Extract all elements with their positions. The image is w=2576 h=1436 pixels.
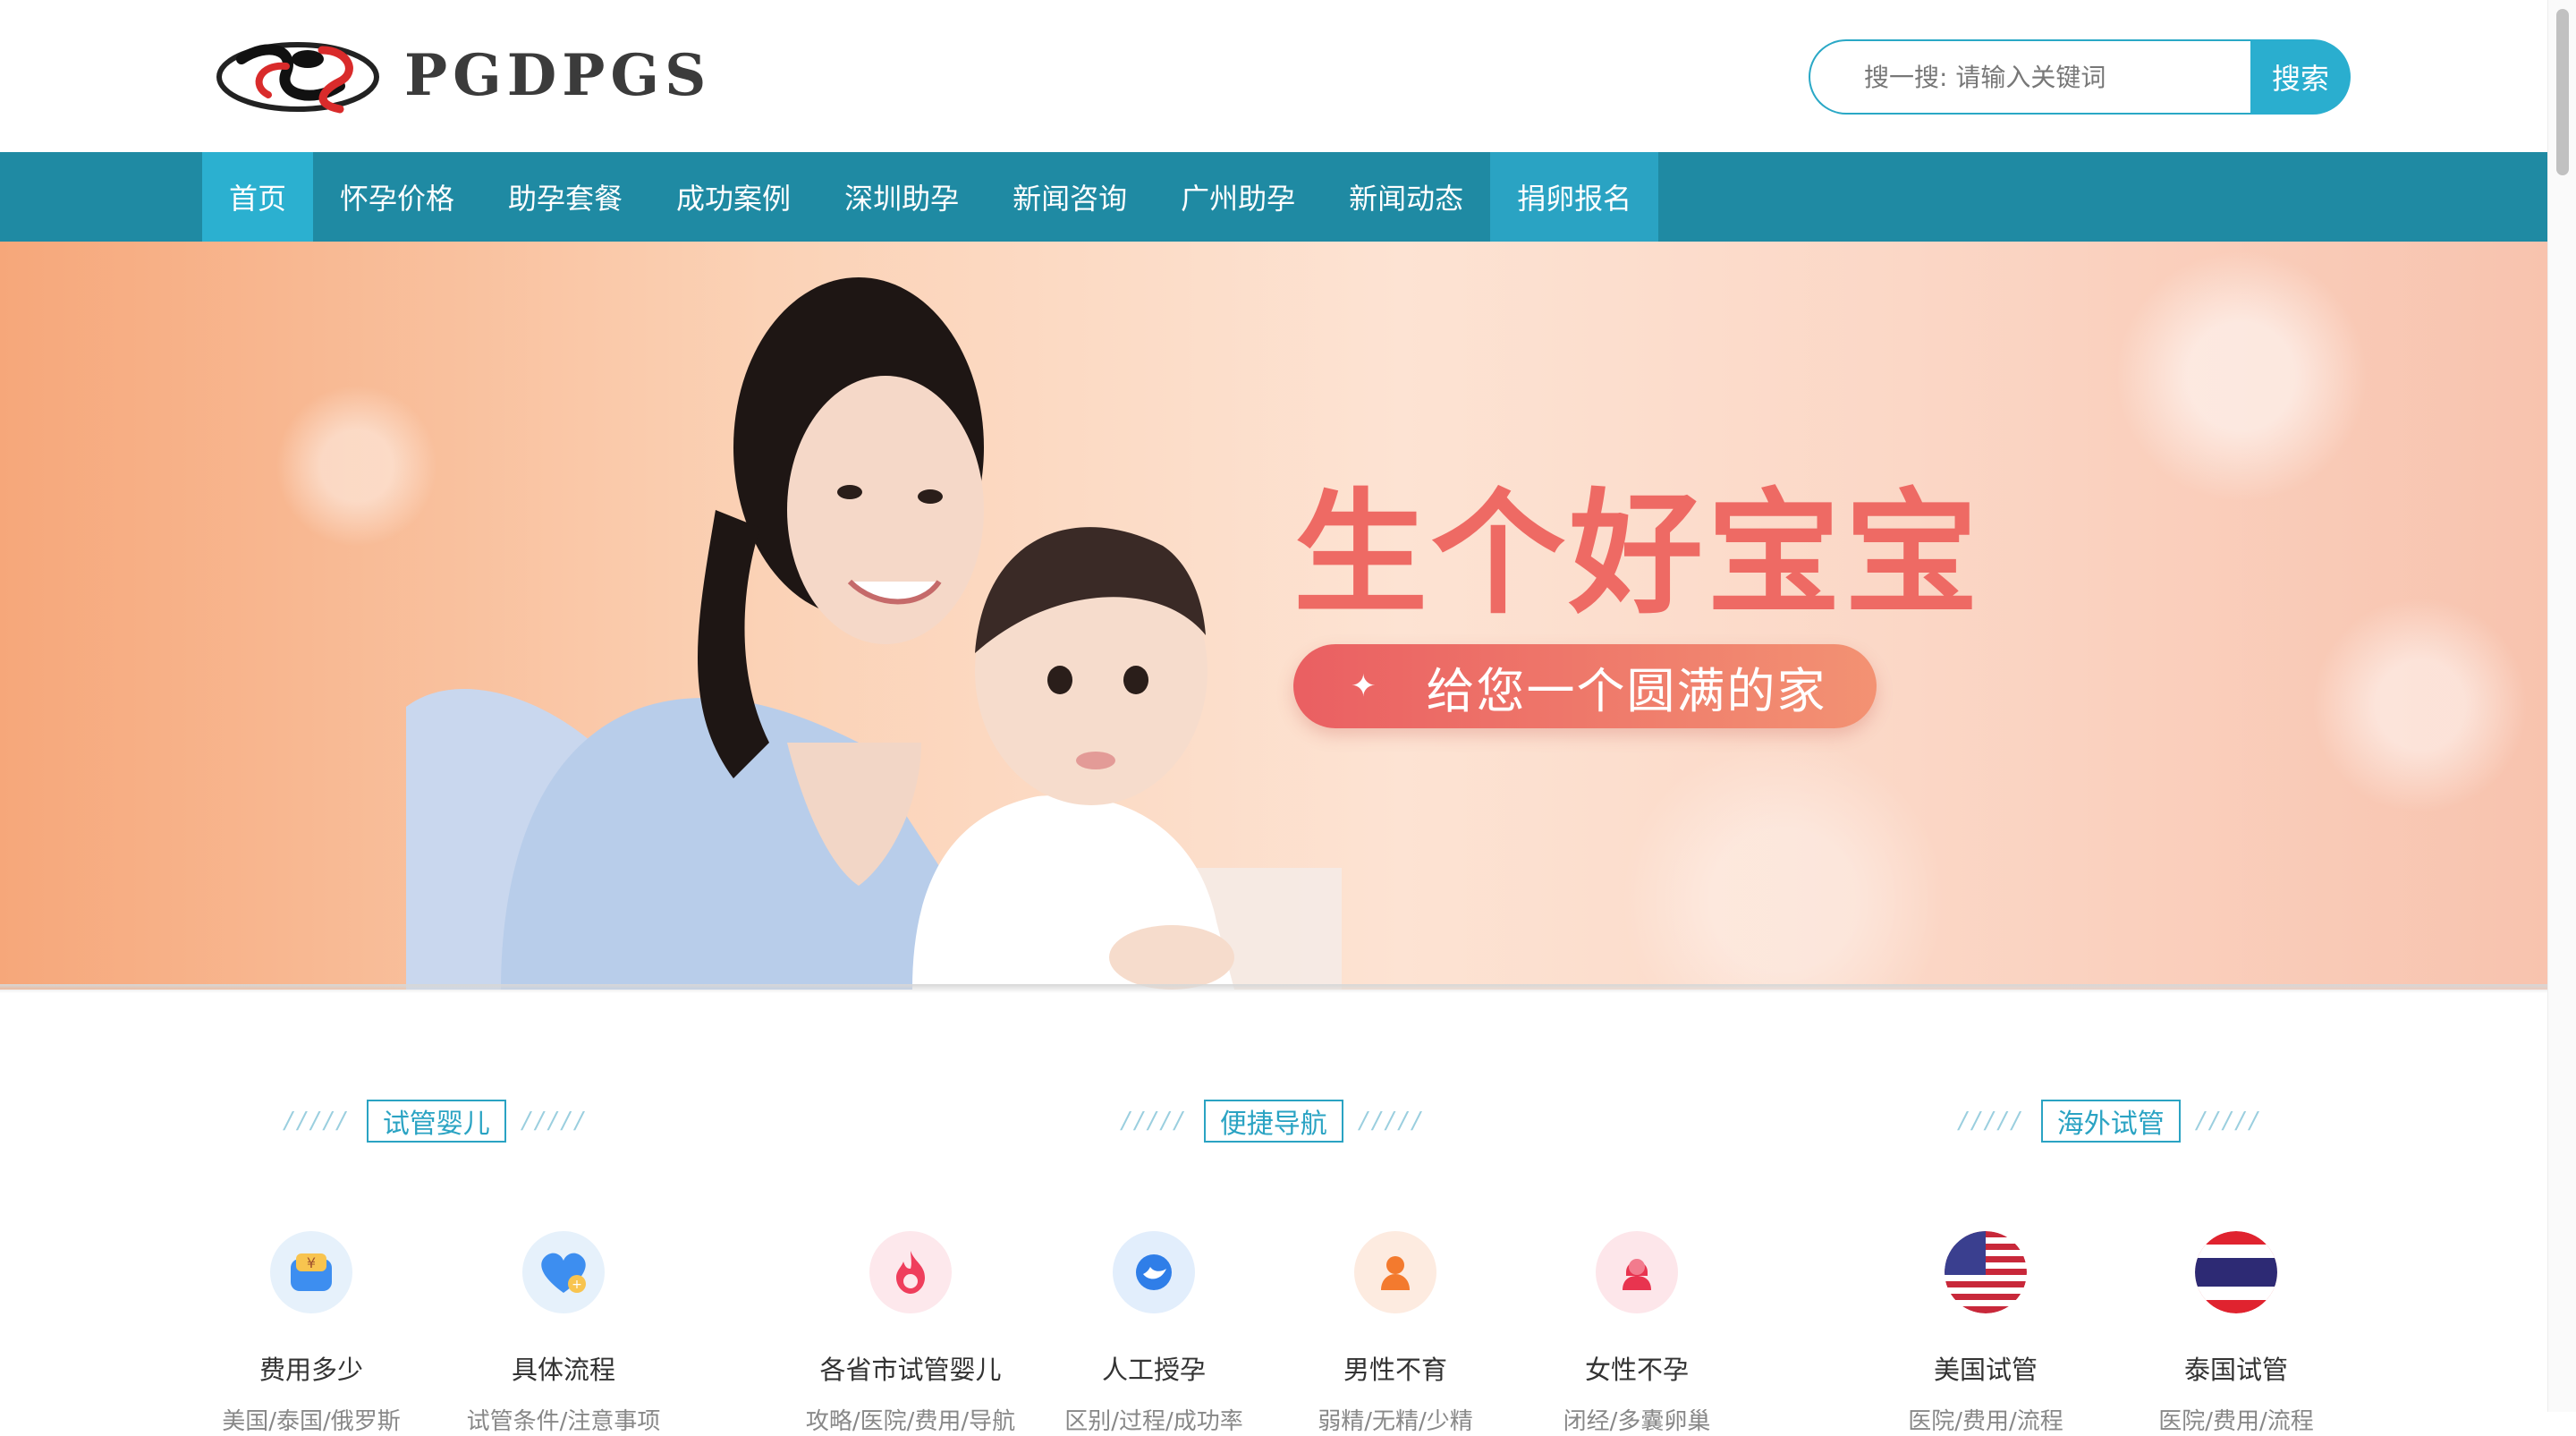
search-bar: 搜索 [1809, 39, 2351, 115]
decor-slashes: ///// [1122, 1108, 1188, 1134]
decor-slashes: ///// [1959, 1108, 2025, 1134]
item-sub: 闭经/多囊卵巢 [1563, 1408, 1711, 1435]
nav-item-egg-donation[interactable]: 捐卵报名 [1490, 152, 1659, 242]
logo-text: PGDPGS [404, 41, 712, 109]
flame-icon [869, 1231, 952, 1313]
quick-item-provinces[interactable]: 各省市试管婴儿 攻略/医院/费用/导航 [794, 1231, 1027, 1436]
section-label[interactable]: 便捷导航 [1203, 1100, 1343, 1143]
section-title-quick-nav: ///// 便捷导航 ///// [1122, 1099, 1426, 1143]
banner-slogan-pill: ✦ 给您一个圆满的家 [1293, 644, 1877, 728]
item-sub: 医院/费用/流程 [2158, 1408, 2314, 1435]
nav-item-home[interactable]: 首页 [202, 152, 314, 242]
section-title-overseas-ivf: ///// 海外试管 ///// [1959, 1099, 2263, 1143]
decor-slashes: ///// [284, 1108, 351, 1134]
item-label: 各省市试管婴儿 [819, 1355, 1002, 1385]
nav-item-news-consult[interactable]: 新闻咨询 [986, 152, 1154, 242]
section-label[interactable]: 试管婴儿 [366, 1100, 506, 1143]
banner-shadow [0, 984, 2547, 993]
mother-baby-photo [406, 277, 1342, 990]
scrollbar-thumb[interactable] [2556, 9, 2569, 175]
heart-plus-icon: + [522, 1231, 605, 1313]
item-label: 泰国试管 [2183, 1355, 2288, 1385]
page-scrollbar[interactable] [2547, 0, 2576, 1412]
item-label: 人工授孕 [1101, 1355, 1206, 1385]
item-sub: 美国/泰国/俄罗斯 [222, 1408, 401, 1435]
logo-mark-icon [216, 42, 379, 114]
money-bag-icon: ¥ [270, 1231, 352, 1313]
nav-item-news[interactable]: 新闻动态 [1322, 152, 1490, 242]
item-sub: 试管条件/注意事项 [466, 1408, 661, 1435]
site-header: PGDPGS 搜索 [0, 0, 2547, 152]
decor-slashes: ///// [2196, 1108, 2263, 1134]
item-label: 女性不孕 [1584, 1355, 1689, 1385]
quick-item-insemination[interactable]: 人工授孕 区别/过程/成功率 [1038, 1231, 1270, 1436]
item-sub: 弱精/无精/少精 [1318, 1408, 1473, 1435]
item-label: 男性不育 [1343, 1355, 1447, 1385]
nav-item-shenzhen[interactable]: 深圳助孕 [818, 152, 986, 242]
search-input[interactable] [1809, 39, 2250, 115]
item-sub: 医院/费用/流程 [1908, 1408, 2063, 1435]
item-label: 美国试管 [1933, 1355, 2038, 1385]
main-nav: 首页 怀孕价格 助孕套餐 成功案例 深圳助孕 新闻咨询 广州助孕 新闻动态 捐卵… [0, 152, 2547, 242]
svg-text:¥: ¥ [307, 1254, 316, 1271]
quick-item-cost[interactable]: ¥ 费用多少 美国/泰国/俄罗斯 [195, 1231, 428, 1436]
section-title-ivf: ///// 试管婴儿 ///// [284, 1099, 589, 1143]
item-label: 具体流程 [511, 1355, 615, 1385]
quick-item-female-infertility[interactable]: 女性不孕 闭经/多囊卵巢 [1521, 1231, 1753, 1436]
decor-slashes: ///// [521, 1108, 589, 1134]
decor-slashes: ///// [1359, 1108, 1426, 1134]
item-sub: 攻略/医院/费用/导航 [805, 1408, 1016, 1435]
nav-item-guangzhou[interactable]: 广州助孕 [1154, 152, 1322, 242]
female-user-icon [1596, 1231, 1678, 1313]
banner-title: 生个好宝宝 [1293, 477, 1983, 633]
quick-item-male-infertility[interactable]: 男性不育 弱精/无精/少精 [1279, 1231, 1512, 1436]
item-label: 费用多少 [258, 1355, 363, 1385]
search-button[interactable]: 搜索 [2250, 39, 2351, 115]
bird-icon [1113, 1231, 1195, 1313]
site-logo[interactable]: PGDPGS [215, 32, 823, 118]
quick-item-usa-ivf[interactable]: 美国试管 医院/费用/流程 [1869, 1231, 2102, 1436]
quick-item-process[interactable]: + 具体流程 试管条件/注意事项 [447, 1231, 680, 1436]
banner-subtitle: 给您一个圆满的家 [1426, 662, 1827, 719]
sparkle-icon: ✦ [1351, 668, 1377, 704]
usa-flag-icon [1945, 1231, 2027, 1313]
nav-item-success-cases[interactable]: 成功案例 [649, 152, 818, 242]
quick-item-thailand-ivf[interactable]: 泰国试管 医院/费用/流程 [2120, 1231, 2352, 1436]
item-sub: 区别/过程/成功率 [1064, 1408, 1243, 1435]
male-user-icon [1354, 1231, 1436, 1313]
hero-banner[interactable]: 生个好宝宝 ✦ 给您一个圆满的家 [0, 242, 2547, 990]
svg-text:+: + [572, 1278, 582, 1292]
nav-item-pregnancy-price[interactable]: 怀孕价格 [313, 152, 481, 242]
thailand-flag-icon [2195, 1231, 2277, 1313]
nav-item-packages[interactable]: 助孕套餐 [481, 152, 649, 242]
section-label[interactable]: 海外试管 [2040, 1100, 2181, 1143]
